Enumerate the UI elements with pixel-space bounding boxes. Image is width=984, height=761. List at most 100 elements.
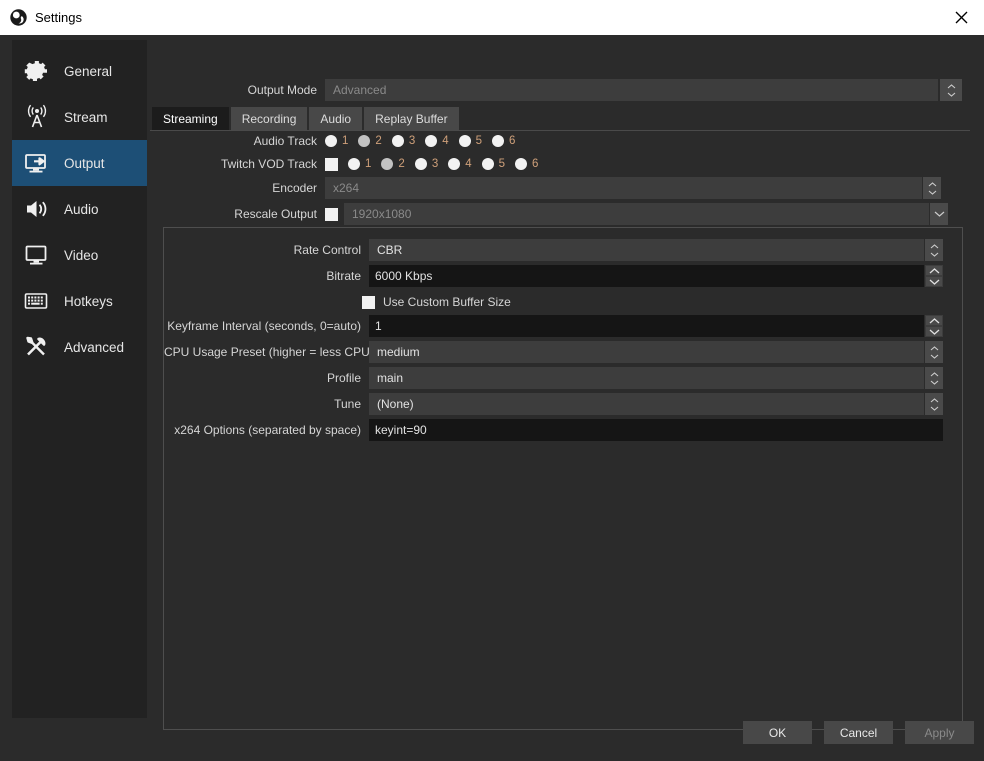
rescale-output-combo[interactable]: 1920x1080 — [344, 203, 929, 225]
sidebar-item-video[interactable]: Video — [12, 232, 147, 278]
radio-label: 6 — [509, 135, 515, 147]
use-custom-buffer-size-label: Use Custom Buffer Size — [383, 295, 511, 309]
chevron-down-icon[interactable] — [926, 277, 942, 286]
bitrate-label: Bitrate — [164, 269, 369, 283]
apply-button[interactable]: Apply — [905, 721, 974, 744]
dialog-button-bar: OK Cancel Apply — [731, 721, 974, 744]
monitor-icon — [24, 240, 58, 270]
radio-label: 5 — [499, 158, 505, 170]
radio-icon — [358, 135, 370, 147]
encoder-combo[interactable]: x264 — [325, 177, 922, 199]
audio-track-radio-1[interactable]: 1 — [325, 135, 348, 147]
rate-control-label: Rate Control — [164, 243, 369, 257]
keyframe-interval-input[interactable]: 1 — [369, 315, 924, 337]
tab-audio[interactable]: Audio — [309, 107, 362, 130]
twitch-vod-radio-1[interactable]: 1 — [348, 158, 371, 170]
sidebar-item-hotkeys[interactable]: Hotkeys — [12, 278, 147, 324]
audio-track-radio-4[interactable]: 4 — [425, 135, 448, 147]
audio-track-radio-2[interactable]: 2 — [358, 135, 381, 147]
chevron-up-icon[interactable] — [926, 316, 942, 325]
tab-replay-buffer[interactable]: Replay Buffer — [364, 107, 459, 130]
use-custom-buffer-size-checkbox[interactable] — [362, 296, 375, 309]
cancel-button[interactable]: Cancel — [824, 721, 893, 744]
audio-track-radio-6[interactable]: 6 — [492, 135, 515, 147]
encoder-label: Encoder — [150, 181, 325, 195]
sidebar-item-label: General — [64, 64, 112, 79]
cpu-usage-preset-spinner[interactable] — [925, 341, 943, 363]
window-title: Settings — [35, 10, 82, 25]
ok-button[interactable]: OK — [743, 721, 812, 744]
sidebar-item-label: Audio — [64, 202, 99, 217]
radio-label: 2 — [375, 135, 381, 147]
twitch-vod-radio-4[interactable]: 4 — [448, 158, 471, 170]
tab-streaming[interactable]: Streaming — [152, 107, 229, 130]
chevron-down-icon — [930, 252, 939, 257]
chevron-down-icon — [947, 92, 956, 97]
sidebar-item-output[interactable]: Output — [12, 140, 147, 186]
rate-control-row: Rate Control CBR — [164, 239, 962, 261]
tune-spinner[interactable] — [925, 393, 943, 415]
sidebar-item-label: Hotkeys — [64, 294, 113, 309]
x264-options-input[interactable]: keyint=90 — [369, 419, 943, 441]
twitch-vod-radio-2[interactable]: 2 — [381, 158, 404, 170]
broadcast-icon — [24, 102, 58, 132]
radio-label: 6 — [532, 158, 538, 170]
radio-icon — [515, 158, 527, 170]
radio-icon — [348, 158, 360, 170]
rescale-output-dropdown-button[interactable] — [930, 203, 948, 225]
twitch-vod-track-checkbox[interactable] — [325, 158, 338, 171]
profile-combo[interactable]: main — [369, 367, 924, 389]
chevron-up-icon[interactable] — [926, 266, 942, 275]
audio-track-radio-3[interactable]: 3 — [392, 135, 415, 147]
sidebar-item-advanced[interactable]: Advanced — [12, 324, 147, 370]
rate-control-spinner[interactable] — [925, 239, 943, 261]
audio-track-label: Audio Track — [150, 134, 325, 148]
chevron-up-icon — [930, 372, 939, 377]
encoder-row: Encoder x264 — [150, 177, 966, 199]
chevron-down-icon — [930, 380, 939, 385]
tune-row: Tune (None) — [164, 393, 962, 415]
twitch-vod-radio-5[interactable]: 5 — [482, 158, 505, 170]
tab-recording[interactable]: Recording — [231, 107, 308, 130]
keyframe-interval-row: Keyframe Interval (seconds, 0=auto) 1 — [164, 315, 962, 337]
output-mode-combo[interactable]: Advanced — [325, 79, 938, 101]
radio-icon — [448, 158, 460, 170]
close-icon[interactable] — [938, 0, 984, 35]
settings-window: Settings General — [0, 0, 984, 761]
cpu-usage-preset-row: CPU Usage Preset (higher = less CPU) med… — [164, 341, 962, 363]
chevron-down-icon[interactable] — [926, 327, 942, 336]
keyboard-icon — [24, 286, 58, 316]
sidebar-item-stream[interactable]: Stream — [12, 94, 147, 140]
radio-label: 2 — [398, 158, 404, 170]
cpu-usage-preset-combo[interactable]: medium — [369, 341, 924, 363]
tune-combo[interactable]: (None) — [369, 393, 924, 415]
bitrate-input[interactable]: 6000 Kbps — [369, 265, 924, 287]
audio-track-radio-5[interactable]: 5 — [459, 135, 482, 147]
sidebar-item-audio[interactable]: Audio — [12, 186, 147, 232]
x264-options-label: x264 Options (separated by space) — [164, 423, 369, 437]
twitch-vod-track-radio-group: 1 2 3 4 5 — [348, 158, 548, 170]
rescale-output-checkbox[interactable] — [325, 208, 338, 221]
chevron-up-icon — [930, 346, 939, 351]
sidebar-item-general[interactable]: General — [12, 48, 147, 94]
profile-spinner[interactable] — [925, 367, 943, 389]
chevron-down-icon — [934, 211, 945, 217]
speaker-icon — [24, 194, 58, 224]
rate-control-combo[interactable]: CBR — [369, 239, 924, 261]
twitch-vod-radio-6[interactable]: 6 — [515, 158, 538, 170]
radio-label: 5 — [476, 135, 482, 147]
keyframe-interval-spinner[interactable] — [925, 315, 943, 337]
output-mode-spinner[interactable] — [940, 79, 962, 101]
use-custom-buffer-size-row: Use Custom Buffer Size — [164, 291, 962, 313]
chevron-down-icon — [930, 406, 939, 411]
title-bar: Settings — [0, 0, 984, 35]
chevron-down-icon — [928, 190, 937, 195]
radio-icon — [492, 135, 504, 147]
twitch-vod-radio-3[interactable]: 3 — [415, 158, 438, 170]
bitrate-spinner[interactable] — [925, 265, 943, 287]
radio-icon — [381, 158, 393, 170]
radio-label: 4 — [442, 135, 448, 147]
encoder-spinner[interactable] — [923, 177, 941, 199]
sidebar-item-label: Stream — [64, 110, 108, 125]
radio-icon — [459, 135, 471, 147]
